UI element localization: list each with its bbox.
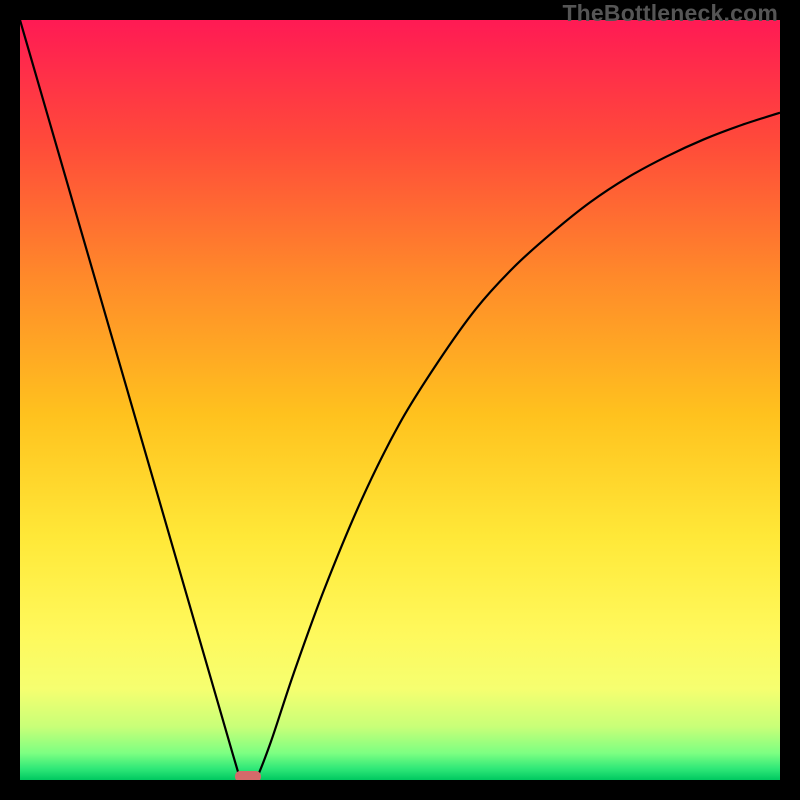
chart-svg (20, 20, 780, 780)
chart-frame (20, 20, 780, 780)
optimal-marker (235, 771, 261, 780)
gradient-background (20, 20, 780, 780)
watermark-text: TheBottleneck.com (562, 0, 778, 27)
